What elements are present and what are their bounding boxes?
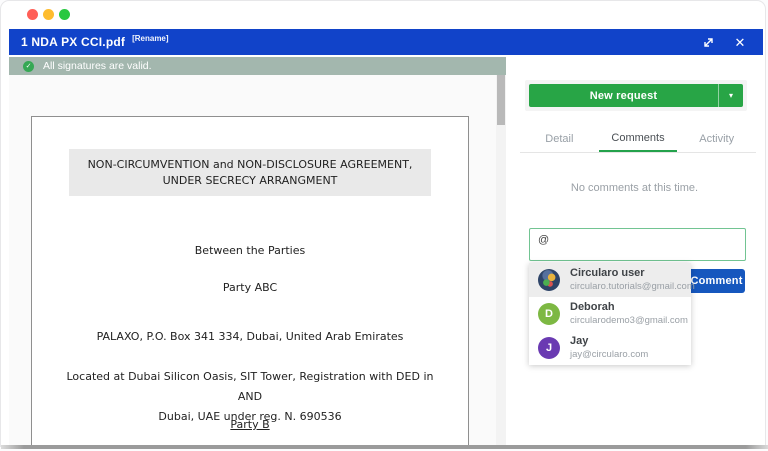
address-line: Located at Dubai Silicon Oasis, SIT Towe…: [32, 370, 468, 383]
screen: 1 NDA PX CCI.pdf [Rename] ✕ ✓ All signat…: [0, 0, 768, 451]
pdf-viewer: NON-CIRCUMVENTION and NON-DISCLOSURE AGR…: [9, 75, 496, 445]
mac-minimize-button[interactable]: [43, 9, 54, 20]
sidebar-tabs: Detail Comments Activity: [520, 125, 756, 153]
party-a-text: Party ABC: [32, 281, 468, 294]
right-sidebar: New request ▾ Detail Comments Activity N…: [506, 57, 763, 445]
mention-name: Circularo user: [570, 267, 695, 281]
mac-close-button[interactable]: [27, 9, 38, 20]
conjunction-text: AND: [32, 390, 468, 403]
window-bottom-edge: [1, 445, 768, 449]
heading-line-1: NON-CIRCUMVENTION and NON-DISCLOSURE AGR…: [88, 157, 413, 173]
tab-detail[interactable]: Detail: [520, 125, 599, 152]
check-circle-icon: ✓: [23, 61, 34, 72]
initial-avatar: D: [538, 303, 560, 325]
document-heading: NON-CIRCUMVENTION and NON-DISCLOSURE AGR…: [69, 149, 431, 196]
initial-avatar: J: [538, 337, 560, 359]
mention-name: Jay: [570, 335, 648, 349]
mention-option-text: Circularo user circularo.tutorials@gmail…: [570, 267, 695, 293]
between-parties-text: Between the Parties: [32, 244, 468, 257]
comment-input[interactable]: @: [529, 228, 746, 261]
mention-dropdown: Circularo user circularo.tutorials@gmail…: [529, 263, 691, 365]
tab-comments[interactable]: Comments: [599, 125, 678, 152]
expand-icon[interactable]: [695, 29, 721, 55]
viewer-scrollbar[interactable]: [496, 75, 506, 445]
mention-option-circularo-user[interactable]: Circularo user circularo.tutorials@gmail…: [529, 263, 691, 297]
mention-option-deborah[interactable]: D Deborah circularodemo3@gmail.com: [529, 297, 691, 331]
viewer-scrollbar-thumb[interactable]: [497, 75, 505, 125]
mention-name: Deborah: [570, 301, 688, 315]
mention-option-text: Deborah circularodemo3@gmail.com: [570, 301, 688, 327]
document-title: 1 NDA PX CCI.pdf: [21, 35, 125, 49]
pdf-page: NON-CIRCUMVENTION and NON-DISCLOSURE AGR…: [31, 116, 469, 446]
mention-option-text: Jay jay@circularo.com: [570, 335, 648, 361]
heading-line-2: UNDER SECRECY ARRANGMENT: [163, 173, 338, 189]
chevron-down-icon[interactable]: ▾: [718, 84, 743, 107]
app-window: 1 NDA PX CCI.pdf [Rename] ✕ ✓ All signat…: [0, 0, 766, 447]
document-titlebar: 1 NDA PX CCI.pdf [Rename] ✕: [9, 29, 763, 55]
signatures-valid-banner: ✓ All signatures are valid.: [9, 57, 506, 75]
rename-link[interactable]: [Rename]: [132, 34, 168, 43]
mention-email: circularo.tutorials@gmail.com: [570, 281, 695, 293]
new-request-label: New request: [529, 84, 718, 107]
comment-button[interactable]: Comment: [688, 269, 745, 293]
close-icon[interactable]: ✕: [727, 29, 753, 55]
mention-email: circularodemo3@gmail.com: [570, 315, 688, 327]
address-line: PALAXO, P.O. Box 341 334, Dubai, United …: [32, 330, 468, 343]
new-request-button[interactable]: New request ▾: [529, 84, 743, 107]
party-b-text: Party B: [32, 418, 468, 431]
mention-email: jay@circularo.com: [570, 349, 648, 361]
user-photo-avatar: [538, 269, 560, 291]
tab-activity[interactable]: Activity: [677, 125, 756, 152]
banner-text: All signatures are valid.: [43, 60, 152, 72]
mac-zoom-button[interactable]: [59, 9, 70, 20]
new-request-frame: New request ▾: [525, 80, 747, 111]
no-comments-text: No comments at this time.: [506, 182, 763, 194]
window-controls: [27, 9, 70, 21]
mention-option-jay[interactable]: J Jay jay@circularo.com: [529, 331, 691, 365]
